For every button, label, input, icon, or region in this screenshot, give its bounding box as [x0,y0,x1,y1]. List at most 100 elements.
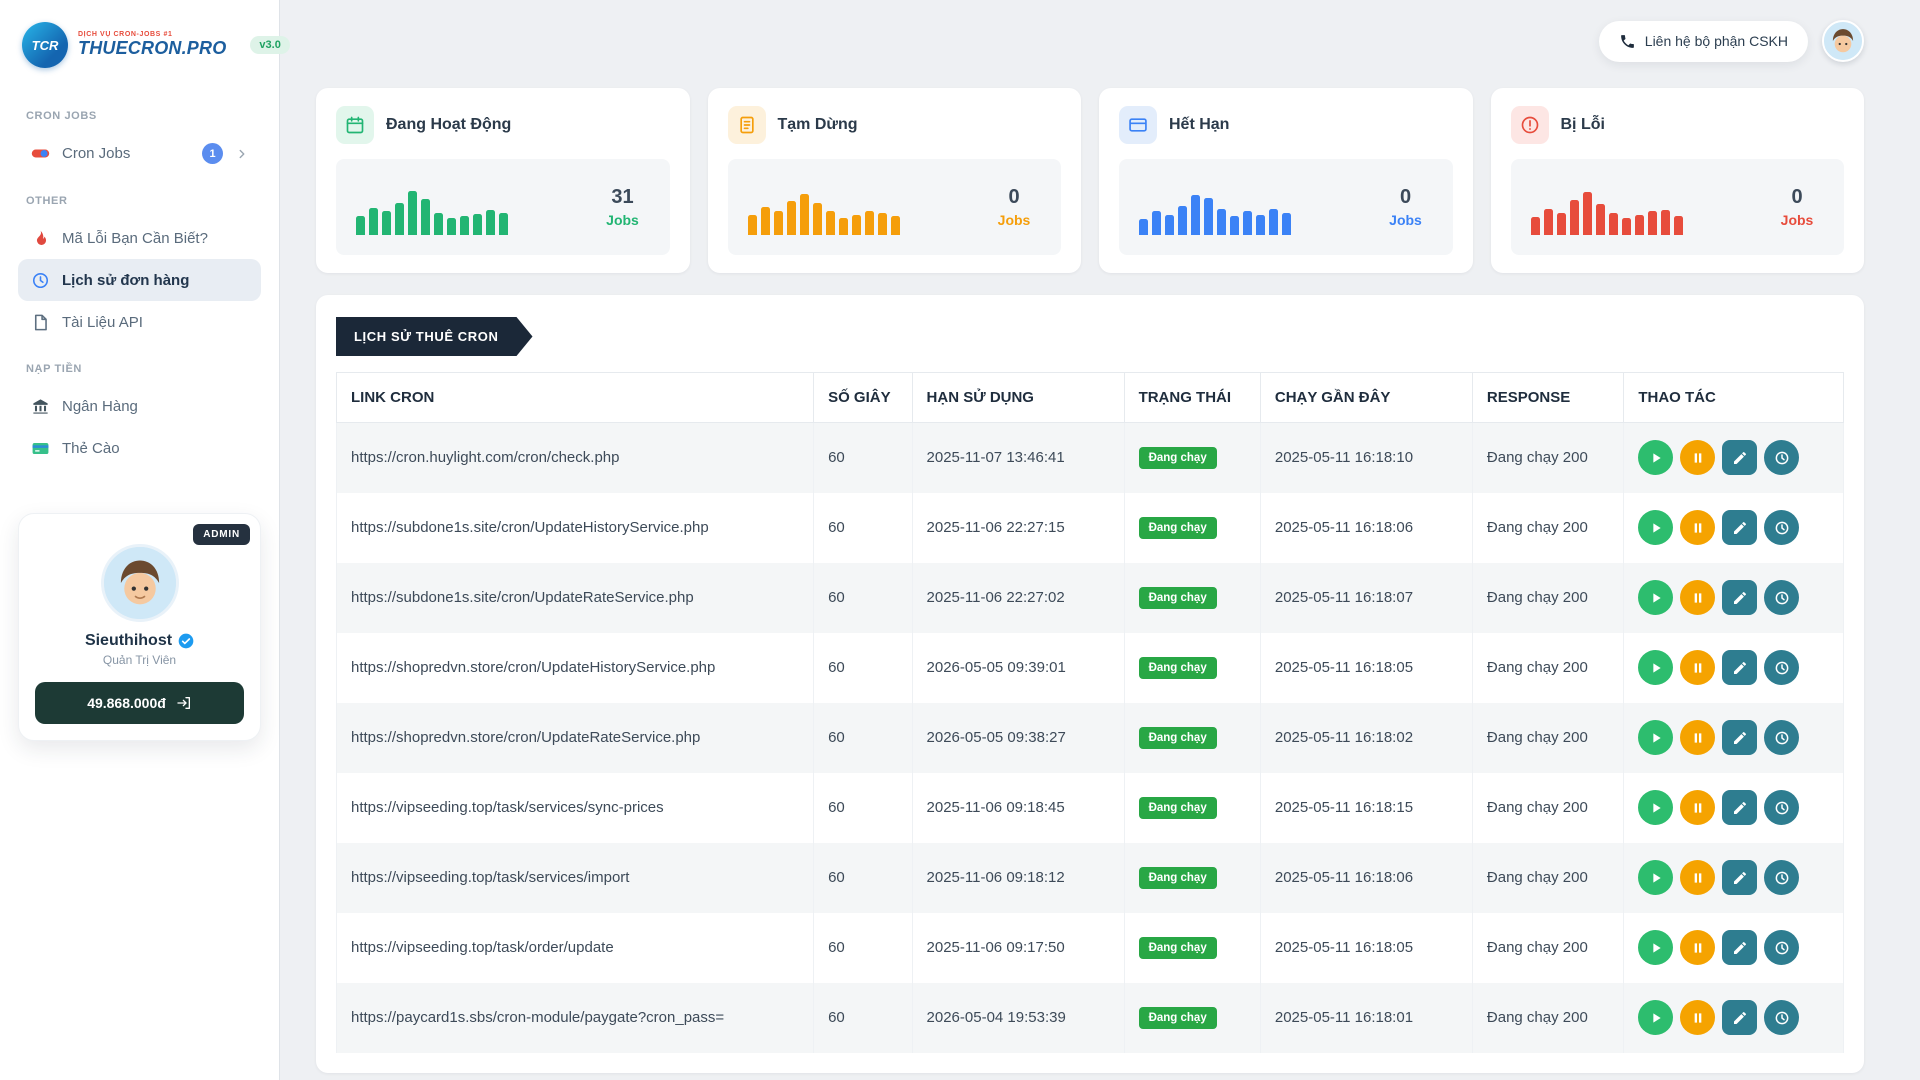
sidebar-item-cron-jobs[interactable]: Cron Jobs1 [18,132,261,175]
stat-card: Đang Hoạt Động31Jobs [316,88,690,273]
cell-last-run: 2025-05-11 16:18:10 [1260,423,1472,493]
brand-name: THUECRON.PRO [78,39,226,59]
sidebar-item-api-docs[interactable]: Tài Liệu API [18,301,261,343]
count-badge: 1 [202,143,223,164]
history-button[interactable] [1764,1000,1799,1035]
document-icon [30,312,50,332]
stat-card: Hết Hạn0Jobs [1099,88,1473,273]
sidebar-item-label: Tài Liệu API [62,314,143,331]
stat-mini-bar-chart [1139,179,1357,235]
edit-button[interactable] [1722,580,1757,615]
pause-button[interactable] [1680,1000,1715,1035]
pause-button[interactable] [1680,790,1715,825]
status-badge: Đang chạy [1139,727,1217,749]
stat-title: Hết Hạn [1169,116,1229,134]
play-button[interactable] [1638,650,1673,685]
cell-seconds: 60 [814,983,912,1053]
pencil-icon [1732,520,1748,536]
history-button[interactable] [1764,510,1799,545]
edit-button[interactable] [1722,440,1757,475]
edit-button[interactable] [1722,790,1757,825]
pause-button[interactable] [1680,720,1715,755]
stat-title: Đang Hoạt Động [386,116,511,134]
play-button[interactable] [1638,580,1673,615]
sidebar-item-scratch-card[interactable]: Thẻ Cào [18,427,261,469]
pause-button[interactable] [1680,440,1715,475]
cell-actions [1624,563,1844,633]
balance-amount: 49.868.000đ [87,695,166,711]
history-icon [30,270,50,290]
table-row: https://shopredvn.store/cron/UpdateRateS… [337,703,1844,773]
edit-button[interactable] [1722,930,1757,965]
sidebar-item-error-codes[interactable]: Mã Lỗi Bạn Cần Biết? [18,217,261,259]
alert-icon [1511,106,1549,144]
flame-icon [30,228,50,248]
column-header: LINK CRON [337,373,814,423]
pause-button[interactable] [1680,930,1715,965]
cell-response: Đang chạy 200 [1472,423,1623,493]
play-icon [1648,730,1664,746]
history-button[interactable] [1764,580,1799,615]
pause-button[interactable] [1680,650,1715,685]
history-button[interactable] [1764,860,1799,895]
clock-icon [1774,800,1790,816]
play-button[interactable] [1638,440,1673,475]
history-button[interactable] [1764,440,1799,475]
nav-section-title: NẠP TIỀN [26,363,253,375]
table-row: https://subdone1s.site/cron/UpdateHistor… [337,493,1844,563]
history-button[interactable] [1764,930,1799,965]
history-button[interactable] [1764,790,1799,825]
edit-button[interactable] [1722,720,1757,755]
pause-button[interactable] [1680,860,1715,895]
stats-row: Đang Hoạt Động31JobsTạm Dừng0JobsHết Hạn… [316,88,1864,273]
balance-button[interactable]: 49.868.000đ [35,682,244,724]
pause-icon [1690,940,1706,956]
play-button[interactable] [1638,790,1673,825]
stat-unit: Jobs [987,212,1041,228]
clock-icon [1774,1010,1790,1026]
admin-role: Quản Trị Viên [35,653,244,667]
sidebar-item-order-history[interactable]: Lịch sử đơn hàng [18,259,261,301]
edit-button[interactable] [1722,1000,1757,1035]
play-button[interactable] [1638,860,1673,895]
sidebar: TCR DỊCH VỤ CRON-JOBS #1 THUECRON.PRO v3… [0,0,280,1080]
cell-seconds: 60 [814,773,912,843]
cell-expiry: 2025-11-07 13:46:41 [912,423,1124,493]
play-button[interactable] [1638,930,1673,965]
sidebar-item-bank[interactable]: Ngân Hàng [18,385,261,427]
clock-icon [1774,730,1790,746]
cell-status: Đang chạy [1124,983,1260,1053]
stat-value: 0 [1770,186,1824,209]
pencil-icon [1732,590,1748,606]
cell-actions [1624,633,1844,703]
contact-support-button[interactable]: Liên hệ bộ phận CSKH [1599,21,1808,62]
user-avatar[interactable] [1822,20,1864,62]
cron-history-table: LINK CRONSỐ GIÂYHẠN SỬ DỤNGTRẠNG THÁICHẠ… [336,372,1844,1053]
pause-button[interactable] [1680,580,1715,615]
edit-button[interactable] [1722,510,1757,545]
card-colored-icon [30,438,50,458]
play-button[interactable] [1638,720,1673,755]
play-button[interactable] [1638,1000,1673,1035]
cell-actions [1624,423,1844,493]
column-header: TRẠNG THÁI [1124,373,1260,423]
cell-expiry: 2026-05-05 09:39:01 [912,633,1124,703]
pencil-icon [1732,660,1748,676]
pause-icon [1690,730,1706,746]
play-button[interactable] [1638,510,1673,545]
toggle-icon [30,144,50,164]
cell-last-run: 2025-05-11 16:18:01 [1260,983,1472,1053]
stat-mini-bar-chart [1531,179,1749,235]
history-button[interactable] [1764,650,1799,685]
edit-button[interactable] [1722,860,1757,895]
stat-mini-bar-chart [356,179,574,235]
cell-status: Đang chạy [1124,563,1260,633]
history-button[interactable] [1764,720,1799,755]
cell-link: https://vipseeding.top/task/services/imp… [337,843,814,913]
cell-response: Đang chạy 200 [1472,563,1623,633]
edit-button[interactable] [1722,650,1757,685]
pause-button[interactable] [1680,510,1715,545]
admin-role-badge: ADMIN [193,524,250,545]
status-badge: Đang chạy [1139,587,1217,609]
cell-seconds: 60 [814,633,912,703]
